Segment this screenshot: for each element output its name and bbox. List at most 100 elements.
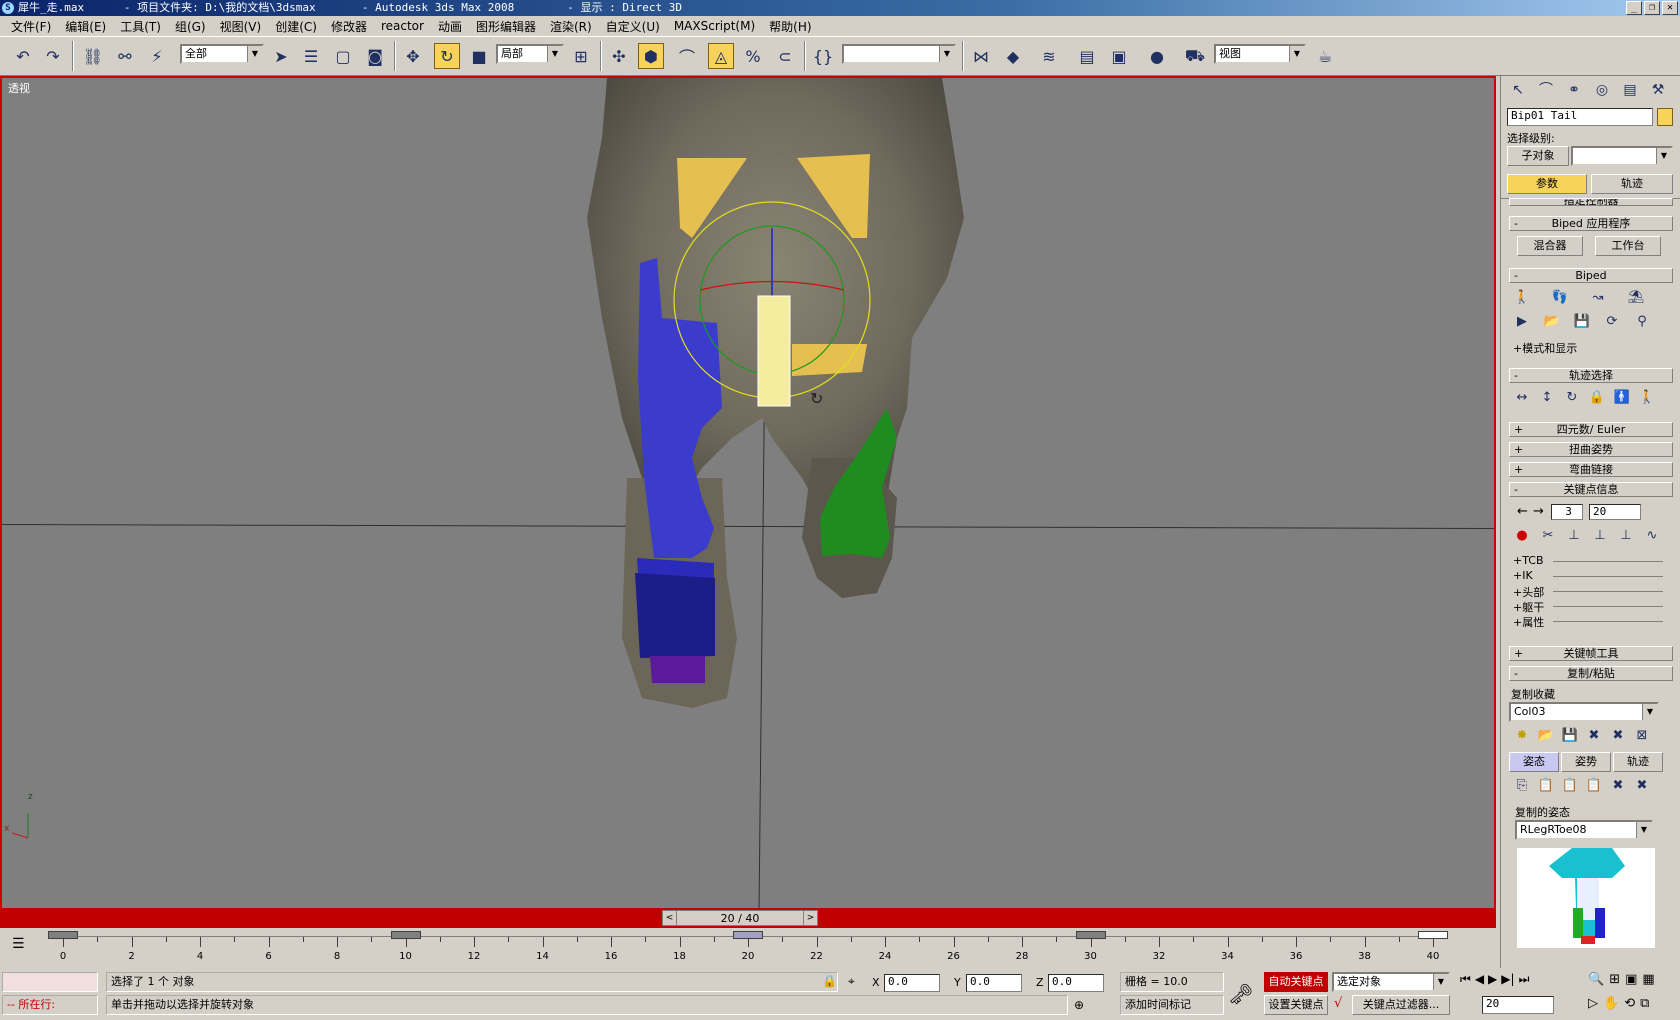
prev-key-arrow-icon[interactable]: ← bbox=[1517, 504, 1528, 519]
trackbar-ruler[interactable]: 0 2 4 6 8 10 12 14 16 18 20 22 24 26 28 30 32 34 36 38 40 bbox=[48, 931, 1448, 966]
set-free-key-icon[interactable]: ⊥ bbox=[1617, 528, 1635, 543]
sub-object-dropdown[interactable]: ▼ bbox=[1571, 146, 1673, 166]
material-editor-icon[interactable]: ● bbox=[1144, 43, 1170, 69]
curve-editor-icon[interactable]: ▤ bbox=[1074, 43, 1100, 69]
hierarchy-tab-icon[interactable]: ⚭ bbox=[1561, 78, 1587, 102]
viewport-render-dropdown[interactable]: 视图 ▼ bbox=[1214, 44, 1306, 64]
save-collection-icon[interactable]: 💾 bbox=[1561, 728, 1579, 743]
next-key-icon[interactable]: ▶| bbox=[1501, 972, 1514, 987]
spinner-snap-icon[interactable]: ⊂ bbox=[772, 43, 798, 69]
posture-tab[interactable]: 姿势 bbox=[1561, 752, 1611, 772]
menu-rendering[interactable]: 渲染(R) bbox=[543, 18, 599, 35]
prev-key-icon[interactable]: ◀ bbox=[1475, 972, 1484, 987]
lock-cog-icon[interactable]: 🔒 bbox=[1588, 390, 1606, 405]
window-crossing-icon[interactable]: ◙ bbox=[362, 43, 388, 69]
scale-icon[interactable]: ■ bbox=[466, 43, 492, 69]
maxscript-listener[interactable] bbox=[2, 972, 98, 992]
menu-help[interactable]: 帮助(H) bbox=[762, 18, 818, 35]
copy-pose-icon[interactable]: ⎘ bbox=[1513, 778, 1531, 793]
rollout-biped[interactable]: - Biped bbox=[1509, 268, 1673, 283]
time-tag-icon[interactable]: ⊕ bbox=[1074, 998, 1084, 1012]
select-link-icon[interactable]: ⛓ bbox=[80, 43, 106, 69]
y-coordinate-field[interactable]: 0.0 bbox=[966, 974, 1022, 992]
load-collection-icon[interactable]: 📂 bbox=[1537, 728, 1555, 743]
open-file-icon[interactable]: 📂 bbox=[1543, 314, 1561, 329]
keyboard-shortcut-override-icon[interactable]: ⬢ bbox=[638, 43, 664, 69]
menu-animation[interactable]: 动画 bbox=[431, 18, 469, 35]
save-file-icon[interactable]: 💾 bbox=[1573, 314, 1591, 329]
rollout-quat-euler[interactable]: + 四元数/ Euler bbox=[1509, 422, 1673, 437]
absolute-mode-icon[interactable]: ⌖ bbox=[848, 974, 855, 989]
new-collection-icon[interactable]: ✸ bbox=[1513, 728, 1531, 743]
lock-icon[interactable]: 🔒 bbox=[822, 974, 837, 988]
rollout-assign-controller[interactable]: 指定控制器 bbox=[1509, 198, 1673, 206]
menu-tools[interactable]: 工具(T) bbox=[113, 18, 168, 35]
motion-flow-icon[interactable]: ↝ bbox=[1589, 290, 1607, 305]
field-of-view-icon[interactable]: ▷ bbox=[1588, 996, 1598, 1011]
select-manipulate-icon[interactable]: ✣ bbox=[606, 43, 632, 69]
delete-all-collections-icon[interactable]: ✖ bbox=[1609, 728, 1627, 743]
unlink-icon[interactable]: ⚯ bbox=[112, 43, 138, 69]
key-filter-dropdown[interactable]: 选定对象 ▼ bbox=[1332, 972, 1450, 992]
menu-graph-editors[interactable]: 图形编辑器 bbox=[469, 18, 543, 35]
menu-customize[interactable]: 自定义(U) bbox=[599, 18, 667, 35]
rotate-icon[interactable]: ↻ bbox=[434, 43, 460, 69]
prev-frame-icon[interactable]: < bbox=[663, 911, 677, 925]
menu-edit[interactable]: 编辑(E) bbox=[58, 18, 113, 35]
rollout-key-info[interactable]: - 关键点信息 bbox=[1509, 482, 1673, 497]
rect-selection-icon[interactable]: ▢ bbox=[330, 43, 356, 69]
set-planted-key-icon[interactable]: ⊥ bbox=[1565, 528, 1583, 543]
layer-manager-icon[interactable]: ≋ bbox=[1036, 43, 1062, 69]
collection-dropdown[interactable]: Col03 ▼ bbox=[1509, 702, 1659, 722]
pivot-center-icon[interactable]: ⊞ bbox=[568, 43, 594, 69]
menu-maxscript[interactable]: MAXScript(M) bbox=[667, 19, 762, 33]
delete-pose-icon[interactable]: ✖ bbox=[1609, 778, 1627, 793]
align-icon[interactable]: ◆ bbox=[1000, 43, 1026, 69]
menu-create[interactable]: 创建(C) bbox=[268, 18, 324, 35]
add-time-tag[interactable]: 添加时间标记 bbox=[1120, 995, 1224, 1015]
delete-key-icon[interactable]: ✂ bbox=[1539, 528, 1557, 543]
zoom-extents-icon[interactable]: ▣ bbox=[1625, 972, 1637, 987]
modify-tab-icon[interactable]: ⌒ bbox=[1533, 78, 1559, 102]
trackbar-key-marker[interactable] bbox=[733, 931, 763, 939]
figure-mode-icon[interactable]: 🚶 bbox=[1513, 290, 1531, 305]
zoom-extents-all-icon[interactable]: ▦ bbox=[1642, 972, 1654, 987]
named-selection-dropdown[interactable]: ▼ bbox=[842, 44, 956, 64]
rollout-copy-paste[interactable]: - 复制/粘贴 bbox=[1509, 666, 1673, 681]
key-filters-button[interactable]: 关键点过滤器... bbox=[1352, 995, 1450, 1015]
buffer-mode-icon[interactable]: ▶ bbox=[1513, 314, 1531, 329]
trackbar-key-marker[interactable] bbox=[1418, 931, 1448, 939]
sub-body[interactable]: +躯干 bbox=[1513, 599, 1673, 615]
pose-tab[interactable]: 姿态 bbox=[1509, 752, 1559, 772]
angle-snap-icon[interactable]: ◬ bbox=[708, 43, 734, 69]
x-coordinate-field[interactable]: 0.0 bbox=[884, 974, 940, 992]
next-key-arrow-icon[interactable]: → bbox=[1533, 504, 1544, 519]
menu-reactor[interactable]: reactor bbox=[374, 19, 431, 33]
key-number-field[interactable]: 3 bbox=[1551, 504, 1583, 520]
render-scene-icon[interactable]: ⛟ bbox=[1182, 43, 1208, 69]
menu-file[interactable]: 文件(F) bbox=[4, 18, 58, 35]
move-icon[interactable]: ✥ bbox=[400, 43, 426, 69]
paste-opposite-icon[interactable]: 📋 bbox=[1561, 778, 1579, 793]
sub-ik[interactable]: +IK bbox=[1513, 569, 1673, 582]
rollout-track-selection[interactable]: - 轨迹选择 bbox=[1509, 368, 1673, 383]
zoom-all-icon[interactable]: ⊞ bbox=[1609, 972, 1620, 987]
selection-filter-dropdown[interactable]: 全部 ▼ bbox=[180, 44, 264, 64]
quick-render-icon[interactable]: ☕ bbox=[1312, 43, 1338, 69]
sub-props[interactable]: +属性 bbox=[1513, 614, 1673, 630]
trackbar-key-marker[interactable] bbox=[48, 931, 78, 939]
schematic-view-icon[interactable]: ▣ bbox=[1106, 43, 1132, 69]
symmetrical-icon[interactable]: 🚹 bbox=[1613, 390, 1631, 405]
menu-modifiers[interactable]: 修改器 bbox=[324, 18, 374, 35]
arc-rotate-icon[interactable]: ⟲ bbox=[1624, 996, 1635, 1011]
display-tab-icon[interactable]: ▤ bbox=[1617, 78, 1643, 102]
trackbar-key-marker[interactable] bbox=[390, 931, 421, 939]
object-name-field[interactable]: Bip01 Tail bbox=[1507, 108, 1653, 126]
auto-key-button[interactable]: 自动关键点 bbox=[1264, 972, 1328, 992]
body-rotation-icon[interactable]: ↻ bbox=[1563, 390, 1581, 405]
paste-pose-icon[interactable]: 📋 bbox=[1537, 778, 1555, 793]
snap-3d-icon[interactable]: ⌒ bbox=[674, 43, 700, 69]
minimize-icon[interactable]: _ bbox=[1626, 1, 1642, 15]
trackbar-menu-icon[interactable]: ☰ bbox=[12, 936, 25, 952]
maxscript-prompt-box[interactable]: -- 所在行: bbox=[2, 995, 98, 1015]
